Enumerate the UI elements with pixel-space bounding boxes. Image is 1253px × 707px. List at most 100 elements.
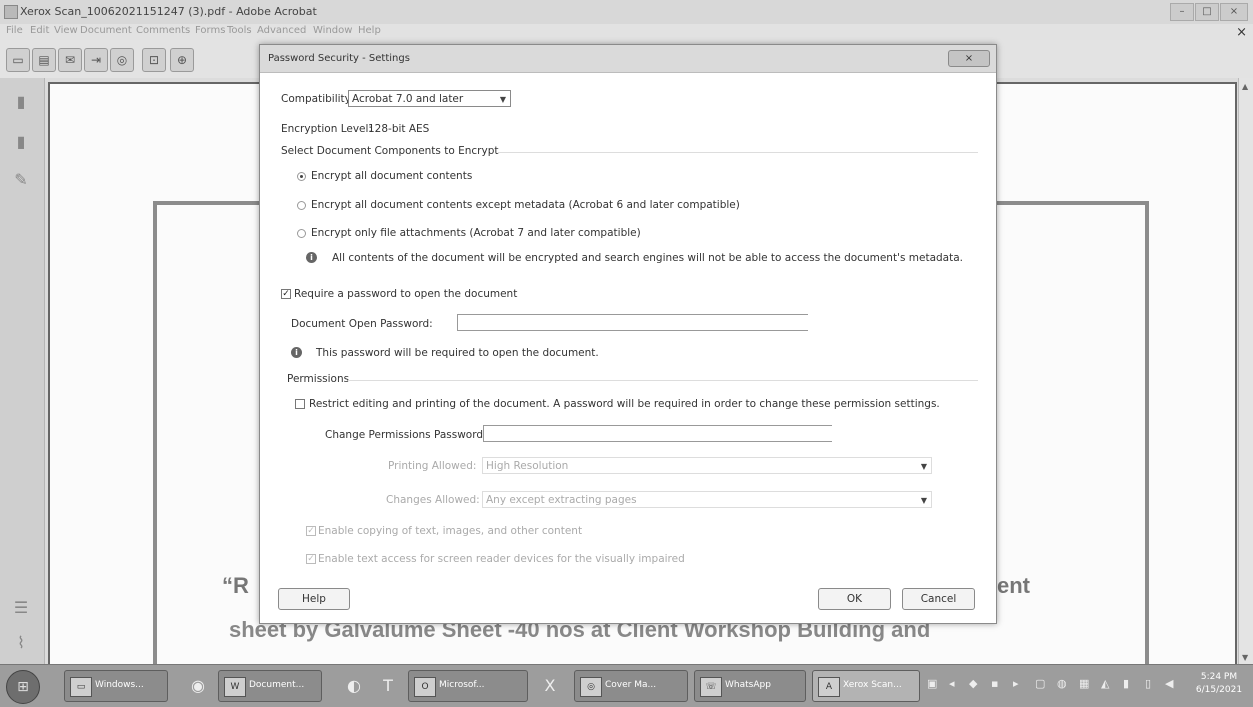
- scroll-up-icon[interactable]: ▲: [1242, 82, 1248, 91]
- navigation-pane: ▮ ▮ ✎ ☰ ⌇: [0, 78, 45, 664]
- outlook-icon: O: [414, 677, 436, 697]
- taskbar-clock[interactable]: 5:24 PM 6/15/2021: [1191, 671, 1247, 697]
- menu-forms[interactable]: Forms: [195, 25, 225, 36]
- radio-encrypt-except-metadata[interactable]: [297, 201, 306, 210]
- acrobat-icon: A: [818, 677, 840, 697]
- help-button[interactable]: Help: [278, 588, 350, 610]
- radio-encrypt-attachments[interactable]: [297, 229, 306, 238]
- components-divider: [498, 152, 978, 153]
- signatures-icon[interactable]: ✎: [10, 170, 32, 192]
- clock-time: 5:24 PM: [1200, 672, 1238, 682]
- taskbar-item-document[interactable]: W Document...: [218, 670, 322, 702]
- network-icon[interactable]: ▮: [1123, 677, 1129, 690]
- minimize-button[interactable]: –: [1170, 3, 1194, 21]
- window-close-button[interactable]: ×: [1220, 3, 1248, 21]
- pages-icon[interactable]: ▮: [10, 92, 32, 114]
- select-icon[interactable]: ⊡: [142, 48, 166, 72]
- window-title: Xerox Scan_10062021151247 (3).pdf - Adob…: [20, 5, 317, 18]
- chrome-icon[interactable]: ◉: [184, 671, 212, 701]
- vertical-scrollbar[interactable]: ▲ ▼: [1238, 78, 1253, 664]
- taskbar-item-cover[interactable]: ◎ Cover Ma...: [574, 670, 688, 702]
- chevron-down-icon: ▼: [499, 95, 506, 104]
- enable-screen-reader-checkbox[interactable]: ✓: [306, 554, 316, 564]
- document-close-icon[interactable]: ×: [1236, 25, 1247, 40]
- tray-app-icon[interactable]: ◭: [1101, 677, 1109, 690]
- menu-advanced[interactable]: Advanced: [257, 25, 306, 36]
- compatibility-value: Acrobat 7.0 and later: [352, 93, 464, 105]
- tray-app-icon[interactable]: ▣: [927, 677, 937, 690]
- compatibility-select[interactable]: Acrobat 7.0 and later ▼: [348, 90, 511, 107]
- dialog-title: Password Security - Settings: [268, 53, 410, 64]
- tray-app-icon[interactable]: ▪: [991, 677, 998, 690]
- printing-allowed-label: Printing Allowed:: [388, 460, 477, 472]
- battery-icon[interactable]: ▯: [1145, 677, 1151, 690]
- taskbar-item-label: WhatsApp: [725, 680, 771, 690]
- restrict-editing-checkbox[interactable]: [295, 399, 305, 409]
- menu-bar: File Edit View Document Comments Forms T…: [0, 24, 1253, 40]
- page-text-line1-start: “R: [222, 573, 249, 598]
- print-icon[interactable]: ▤: [32, 48, 56, 72]
- change-permissions-password-label: Change Permissions Password:: [325, 429, 487, 441]
- search-icon[interactable]: ◎: [110, 48, 134, 72]
- menu-view[interactable]: View: [54, 25, 78, 36]
- radio-encrypt-except-metadata-label: Encrypt all document contents except met…: [311, 199, 740, 211]
- menu-tools[interactable]: Tools: [227, 25, 252, 36]
- export-icon[interactable]: ⇥: [84, 48, 108, 72]
- maximize-button[interactable]: □: [1195, 3, 1219, 21]
- taskbar-item-whatsapp[interactable]: ☏ WhatsApp: [694, 670, 806, 702]
- info-icon: i: [291, 347, 302, 358]
- radio-encrypt-all[interactable]: [297, 172, 306, 181]
- enable-copying-checkbox[interactable]: ✓: [306, 526, 316, 536]
- taskbar-item-microsoft[interactable]: O Microsof...: [408, 670, 528, 702]
- menu-comments[interactable]: Comments: [136, 25, 190, 36]
- cancel-button[interactable]: Cancel: [902, 588, 975, 610]
- enable-screen-reader-label: Enable text access for screen reader dev…: [318, 553, 685, 565]
- printing-allowed-select[interactable]: High Resolution ▼: [482, 457, 932, 474]
- encryption-level-label: Encryption Level:: [281, 123, 372, 135]
- encryption-level-value: 128-bit AES: [368, 123, 430, 135]
- teams-icon[interactable]: T: [374, 671, 402, 701]
- taskbar-item-label: Cover Ma...: [605, 680, 657, 690]
- page-text-line1-end: ent: [997, 573, 1030, 598]
- tray-app-icon[interactable]: ▸: [1013, 677, 1019, 690]
- open-folder-icon[interactable]: ▭: [6, 48, 30, 72]
- taskbar-item-label: Windows...: [95, 680, 144, 690]
- bookmarks-icon[interactable]: ▮: [10, 132, 32, 154]
- tray-app-icon[interactable]: ◆: [969, 677, 977, 690]
- menu-edit[interactable]: Edit: [30, 25, 49, 36]
- restrict-editing-label: Restrict editing and printing of the doc…: [309, 398, 940, 410]
- attachments-paperclip-icon[interactable]: ⌇: [10, 633, 32, 655]
- open-password-input[interactable]: [457, 314, 808, 331]
- permissions-divider: [348, 380, 978, 381]
- tray-expand-icon[interactable]: ◂: [949, 677, 955, 690]
- tray-app-icon[interactable]: ▢: [1035, 677, 1045, 690]
- ok-button[interactable]: OK: [818, 588, 891, 610]
- email-icon[interactable]: ✉: [58, 48, 82, 72]
- menu-file[interactable]: File: [6, 25, 23, 36]
- menu-document[interactable]: Document: [80, 25, 132, 36]
- change-permissions-password-input[interactable]: [483, 425, 832, 442]
- taskbar-item-windows[interactable]: ▭ Windows...: [64, 670, 168, 702]
- open-password-info-text: This password will be required to open t…: [316, 347, 599, 359]
- tray-app-icon[interactable]: ◍: [1057, 677, 1067, 690]
- scroll-down-icon[interactable]: ▼: [1242, 653, 1248, 662]
- tray-app-icon[interactable]: ▦: [1079, 677, 1089, 690]
- dialog-close-button[interactable]: ×: [948, 50, 990, 67]
- require-open-password-checkbox[interactable]: ✓: [281, 289, 291, 299]
- excel-icon[interactable]: X: [536, 671, 564, 701]
- taskbar-item-xerox-scan[interactable]: A Xerox Scan...: [812, 670, 920, 702]
- whatsapp-icon: ☏: [700, 677, 722, 697]
- menu-help[interactable]: Help: [358, 25, 381, 36]
- menu-window[interactable]: Window: [313, 25, 352, 36]
- components-heading: Select Document Components to Encrypt: [281, 145, 499, 157]
- radio-encrypt-attachments-label: Encrypt only file attachments (Acrobat 7…: [311, 227, 641, 239]
- taskbar-item-label: Document...: [249, 680, 305, 690]
- chevron-down-icon: ▼: [920, 462, 927, 471]
- start-button[interactable]: ⊞: [6, 670, 40, 704]
- media-player-icon[interactable]: ◐: [340, 671, 368, 701]
- acrobat-app-icon: [4, 5, 18, 19]
- zoom-icon[interactable]: ⊕: [170, 48, 194, 72]
- changes-allowed-select[interactable]: Any except extracting pages ▼: [482, 491, 932, 508]
- layers-icon[interactable]: ☰: [10, 598, 32, 620]
- volume-icon[interactable]: ◀: [1165, 677, 1173, 690]
